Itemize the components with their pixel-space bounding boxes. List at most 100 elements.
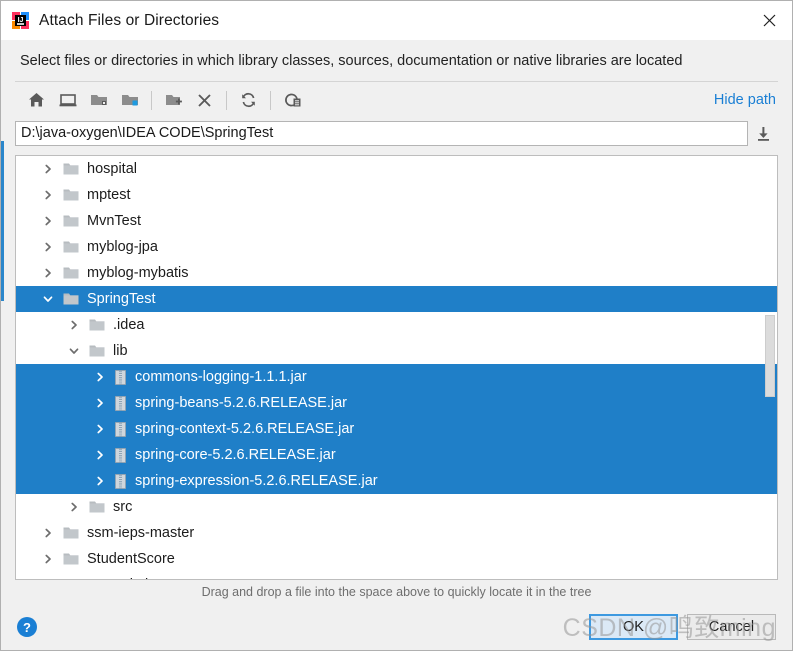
tree-row-label: commons-logging-1.1.1.jar: [135, 368, 307, 385]
chevron-right-icon[interactable]: [94, 397, 106, 409]
ok-button[interactable]: OK: [589, 614, 678, 640]
tree-row[interactable]: spring-context-5.2.6.RELEASE.jar: [16, 416, 777, 442]
chevron-right-icon[interactable]: [42, 163, 54, 175]
tree-row-label: myblog-mybatis: [87, 264, 189, 281]
tree-row[interactable]: spring-core-5.2.6.RELEASE.jar: [16, 442, 777, 468]
chevron-right-icon[interactable]: [68, 501, 80, 513]
dialog-instruction: Select files or directories in which lib…: [1, 40, 792, 81]
folder-icon: [63, 266, 79, 280]
help-icon[interactable]: ?: [17, 617, 37, 637]
intellij-idea-logo-icon: IJ: [12, 12, 29, 29]
scrollbar-thumb[interactable]: [765, 315, 775, 397]
chevron-right-icon[interactable]: [42, 241, 54, 253]
tree-row[interactable]: lib: [16, 338, 777, 364]
path-input[interactable]: [15, 120, 748, 146]
chevron-right-icon[interactable]: [42, 267, 54, 279]
chevron-right-icon[interactable]: [94, 371, 106, 383]
folder-icon: [89, 318, 105, 332]
chevron-right-icon[interactable]: [42, 215, 54, 227]
toolbar-separator: [226, 90, 227, 110]
chevron-right-icon[interactable]: [94, 475, 106, 487]
tree-row[interactable]: StudentScore: [16, 546, 777, 572]
drag-drop-hint: Drag and drop a file into the space abov…: [1, 580, 792, 604]
folder-icon: [89, 500, 105, 514]
instruction-text: Select files or directories in which lib…: [20, 52, 683, 69]
toolbar-separator: [151, 90, 152, 110]
toolbar-separator: [270, 90, 271, 110]
tree-row-label: spring-core-5.2.6.RELEASE.jar: [135, 446, 336, 463]
tree-row-label: spring-beans-5.2.6.RELEASE.jar: [135, 394, 347, 411]
tree-row-label: lib: [113, 342, 128, 359]
tree-row[interactable]: MvnTest: [16, 208, 777, 234]
chevron-right-icon[interactable]: [68, 319, 80, 331]
tree-row-label: ssm-ieps-master: [87, 524, 195, 541]
tree-row-label: .idea: [113, 316, 145, 333]
tree-row-label: spring-context-5.2.6.RELEASE.jar: [135, 420, 355, 437]
tree-row[interactable]: SpringTest: [16, 286, 777, 312]
tree-row-label: SpringTest: [87, 290, 156, 307]
hide-path-link[interactable]: Hide path: [714, 92, 776, 108]
project-folder-icon[interactable]: [83, 86, 114, 114]
jar-icon: [115, 395, 126, 411]
delete-icon[interactable]: [189, 86, 220, 114]
tree-row[interactable]: commons-logging-1.1.1.jar: [16, 364, 777, 390]
tree-row-label: mptest: [87, 186, 131, 203]
jar-icon: [115, 369, 126, 385]
tree-row[interactable]: mptest: [16, 182, 777, 208]
folder-icon: [63, 162, 79, 176]
module-folder-icon[interactable]: [114, 86, 145, 114]
file-tree[interactable]: hospital mptest MvnTest myblog-jpa myblog-my…: [16, 156, 777, 579]
attach-files-dialog: IJ Attach Files or Directories Select fi…: [0, 0, 793, 651]
chevron-right-icon[interactable]: [94, 423, 106, 435]
cancel-button[interactable]: Cancel: [687, 614, 776, 640]
chevron-right-icon[interactable]: [94, 449, 106, 461]
tree-row-label: src: [113, 498, 133, 515]
folder-icon: [63, 552, 79, 566]
jar-icon: [115, 473, 126, 489]
folder-icon: [63, 292, 79, 306]
tree-row[interactable]: myblog-mybatis: [16, 260, 777, 286]
tree-row-label: myblog-jpa: [87, 238, 158, 255]
desktop-icon[interactable]: [52, 86, 83, 114]
chevron-down-icon[interactable]: [42, 293, 54, 305]
tree-row-label: hospital: [87, 160, 137, 177]
tree-row[interactable]: ssm-ieps-master: [16, 520, 777, 546]
close-icon[interactable]: [746, 1, 792, 40]
dialog-button-bar: ? OK Cancel: [1, 604, 792, 650]
folder-icon: [63, 240, 79, 254]
folder-icon: [63, 526, 79, 540]
tree-row[interactable]: spring-beans-5.2.6.RELEASE.jar: [16, 390, 777, 416]
chevron-right-icon[interactable]: [42, 527, 54, 539]
jar-icon: [115, 421, 126, 437]
svg-text:IJ: IJ: [18, 17, 24, 24]
chevron-right-icon[interactable]: [42, 553, 54, 565]
vertical-scrollbar[interactable]: [764, 157, 776, 578]
file-tree-panel[interactable]: hospital mptest MvnTest myblog-jpa myblog-my…: [15, 155, 778, 580]
download-arrow-icon[interactable]: [748, 121, 778, 146]
home-icon[interactable]: [21, 86, 52, 114]
title-bar: IJ Attach Files or Directories: [1, 1, 792, 40]
tree-row[interactable]: spring-expression-5.2.6.RELEASE.jar: [16, 468, 777, 494]
tree-row[interactable]: .idea: [16, 312, 777, 338]
tree-row[interactable]: VSworkplace: [16, 572, 777, 579]
tree-row-label: StudentScore: [87, 550, 175, 567]
window-title: Attach Files or Directories: [39, 11, 220, 29]
chevron-right-icon[interactable]: [42, 189, 54, 201]
hint-text: Drag and drop a file into the space abov…: [201, 585, 592, 599]
chevron-down-icon[interactable]: [68, 345, 80, 357]
folder-icon: [63, 578, 79, 579]
path-row: [1, 118, 792, 148]
tree-row[interactable]: hospital: [16, 156, 777, 182]
file-chooser-toolbar: Hide path: [1, 82, 792, 118]
tree-row[interactable]: src: [16, 494, 777, 520]
new-folder-icon[interactable]: [158, 86, 189, 114]
show-hidden-icon[interactable]: [277, 86, 308, 114]
tree-row[interactable]: myblog-jpa: [16, 234, 777, 260]
tree-row-label: VSworkplace: [87, 578, 172, 579]
jar-icon: [115, 447, 126, 463]
refresh-icon[interactable]: [233, 86, 264, 114]
tree-row-label: MvnTest: [87, 212, 141, 229]
window-edge-highlight: [1, 141, 4, 301]
folder-icon: [63, 214, 79, 228]
tree-row-label: spring-expression-5.2.6.RELEASE.jar: [135, 472, 378, 489]
